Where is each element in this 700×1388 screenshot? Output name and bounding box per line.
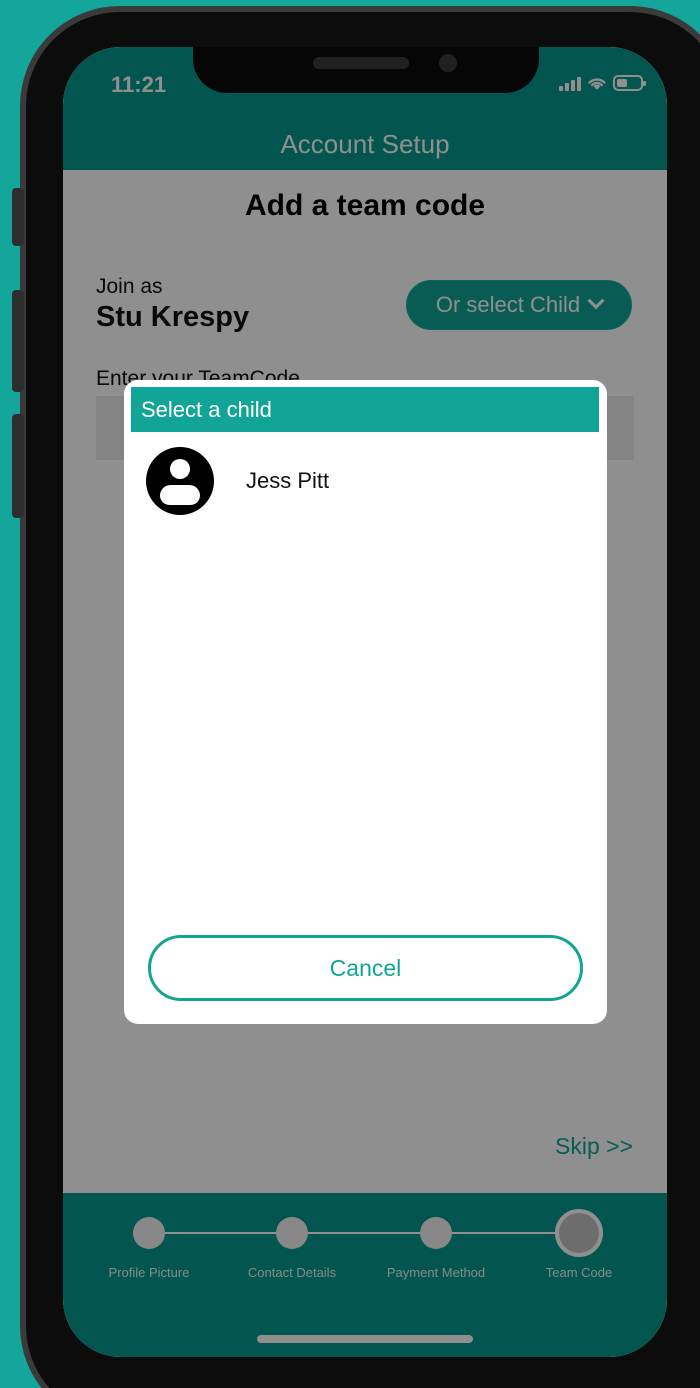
volume-up-button (12, 290, 24, 392)
mute-switch (12, 188, 24, 246)
dialog-title: Select a child (131, 387, 599, 432)
child-list-item[interactable]: Jess Pitt (146, 446, 576, 516)
volume-down-button (12, 414, 24, 518)
child-name: Jess Pitt (246, 468, 330, 493)
select-child-dialog: Select a child Jess Pitt Cancel (124, 380, 607, 1024)
avatar-icon (146, 447, 214, 515)
app-screen: 11:21 Account Setup Add a team code Join… (63, 47, 667, 1357)
cancel-button[interactable]: Cancel (148, 935, 583, 1001)
